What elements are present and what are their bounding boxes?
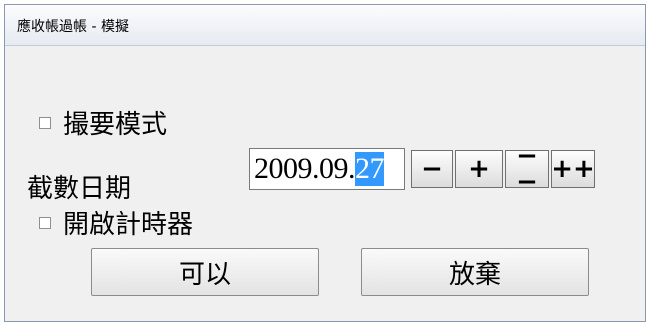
cutoff-date-label: 截數日期 bbox=[27, 174, 132, 204]
minus-double-button[interactable]: −− bbox=[505, 143, 549, 195]
dialog-content: 撮要模式 截數日期 2009.09. 27 − + −− ++ 開啟計時器 可以 … bbox=[5, 46, 645, 321]
title-bar[interactable]: 應收帳過帳 - 模擬 bbox=[5, 5, 645, 46]
dialog-window: 應收帳過帳 - 模擬 撮要模式 截數日期 2009.09. 27 − + −− +… bbox=[4, 4, 646, 322]
summary-mode-option[interactable]: 撮要模式 bbox=[39, 104, 167, 141]
summary-mode-label: 撮要模式 bbox=[63, 110, 168, 140]
minus-button[interactable]: − bbox=[411, 150, 453, 188]
summary-mode-checkbox[interactable] bbox=[39, 116, 51, 129]
window-title: 應收帳過帳 - 模擬 bbox=[17, 19, 129, 35]
plus-button[interactable]: + bbox=[455, 150, 503, 188]
cutoff-date-selected-part: 27 bbox=[355, 152, 385, 186]
enable-timer-option[interactable]: 開啟計時器 bbox=[39, 204, 193, 241]
enable-timer-label: 開啟計時器 bbox=[63, 210, 194, 240]
cutoff-date-input[interactable]: 2009.09. 27 bbox=[249, 148, 405, 190]
cutoff-date-text: 2009.09. bbox=[254, 152, 356, 185]
ok-button[interactable]: 可以 bbox=[91, 248, 319, 296]
cancel-button[interactable]: 放棄 bbox=[361, 248, 589, 296]
plus-double-button[interactable]: ++ bbox=[551, 150, 595, 188]
enable-timer-checkbox[interactable] bbox=[39, 216, 51, 229]
